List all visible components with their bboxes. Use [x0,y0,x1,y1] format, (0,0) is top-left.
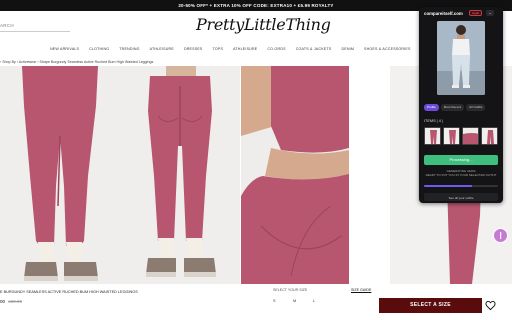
current-price: 00 [0,299,6,304]
select-size-button[interactable]: SELECT A SIZE [379,298,482,313]
processing-button[interactable]: Processing... [424,155,498,165]
outfit-preview-image [437,21,485,95]
nav-item[interactable]: SHOES & ACCESSORIES [364,47,411,51]
was-price: £30.00 [8,299,23,304]
see-outfits-label: See all your outfits [448,196,474,200]
item-thumbnail[interactable] [443,127,460,145]
collapse-button[interactable]: ⌄ [486,10,494,16]
nav-item[interactable]: DRESSES [184,47,203,51]
tab-profile[interactable]: Profile [424,104,439,111]
nav-item[interactable]: TOPS [213,47,224,51]
item-thumbnail[interactable] [462,127,479,145]
search-underline [0,31,70,32]
tab-all-outfits[interactable]: All Outfits [466,104,486,111]
site-logo[interactable]: PrettyLittleThing [196,15,331,34]
main-nav: NEW ARRIVALS CLOTHING TRENDING ATHLEISUR… [50,47,472,51]
nav-item[interactable]: CLOTHING [89,47,109,51]
status-detail: READY TO PUT YOU IN YOUR SELECTED OUTFIT [425,173,497,177]
item-thumbnail[interactable] [481,127,498,145]
nav-item[interactable]: CO-ORDS [267,47,285,51]
nav-item[interactable]: TRENDING [119,47,139,51]
size-option[interactable]: M [293,299,313,303]
extension-float-button[interactable] [493,228,508,243]
item-thumbnails [424,127,498,145]
nav-item[interactable]: NEW ARRIVALS [50,47,79,51]
heart-icon[interactable] [485,300,496,311]
nav-item[interactable]: ATHLEISURE [233,47,257,51]
progress-bar [424,185,498,187]
extension-popup: compareitself.com Login ⌄ Profile Most R… [419,7,503,203]
size-options: S M L [273,299,333,303]
size-prompt: SELECT YOUR SIZE [273,288,308,292]
size-option[interactable]: L [313,299,333,303]
progress-fill [424,185,473,187]
breadcrumb[interactable]: › Shop By › Activewear › Shape Burgundy … [0,60,153,64]
product-image-back[interactable] [120,66,240,284]
extension-site-name: compareitself.com [424,11,463,16]
nav-item[interactable]: ATHLEISURE [150,47,174,51]
product-name: E BURGUNDY SEAMLESS ACTIVE RUCHED BUM HI… [0,290,138,294]
tab-most-recent[interactable]: Most Recent [440,104,465,111]
search-input[interactable]: ARCH [0,23,14,28]
size-guide-link[interactable]: SIZE GUIDE [351,288,371,292]
nav-item[interactable]: COATS & JACKETS [296,47,332,51]
popup-tabs: Profile Most Recent All Outfits [424,104,486,111]
items-label: ITEMS | 4 | [424,119,443,123]
nav-item[interactable]: DENIM [341,47,354,51]
product-gallery [0,66,512,284]
product-image-front[interactable] [0,66,120,284]
sparkle-icon [500,232,502,239]
size-option[interactable]: S [273,299,293,303]
login-button[interactable]: Login [469,10,482,16]
item-thumbnail[interactable] [424,127,441,145]
product-price: 00 £30.00 [0,299,22,304]
product-image-closeup[interactable] [241,66,349,284]
